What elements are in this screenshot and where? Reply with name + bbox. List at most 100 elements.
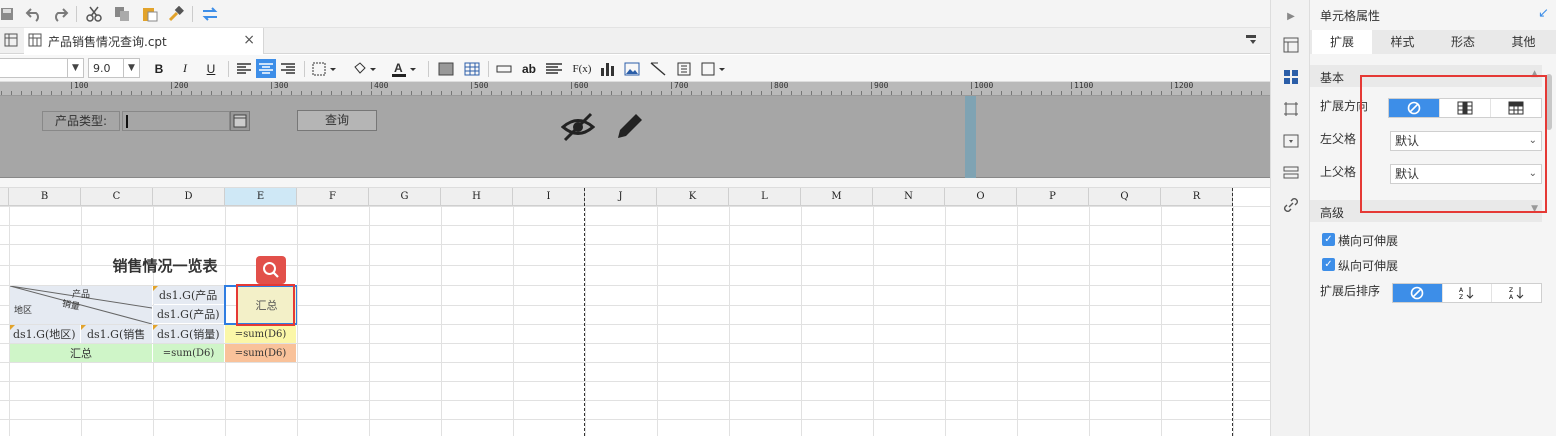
h-extend-checkbox[interactable]: ✓: [1322, 233, 1335, 246]
font-color-icon[interactable]: A: [390, 59, 420, 78]
insert-shape-icon[interactable]: [700, 59, 728, 78]
cell-property-panel: 单元格属性 ↙ 扩展 样式 形态 其他 基本 ▲ 扩展方向 左父格 默认 ⌄ 上父格 默…: [1310, 0, 1556, 436]
underline-button[interactable]: U: [202, 59, 220, 78]
column-header-m[interactable]: M: [801, 188, 873, 206]
sales-amount-cell[interactable]: ds1.G(销量): [153, 325, 224, 343]
column-header-k[interactable]: K: [657, 188, 729, 206]
ruler-label: 100: [71, 82, 88, 90]
collapse-arrow-icon[interactable]: ▶: [1281, 6, 1301, 26]
expand-panel-icon[interactable]: ↙: [1538, 6, 1549, 21]
column-header-i[interactable]: I: [513, 188, 585, 206]
column-header-g[interactable]: G: [369, 188, 441, 206]
edit-pencil-icon[interactable]: [612, 110, 646, 147]
cut-icon[interactable]: [84, 4, 104, 24]
switch-icon[interactable]: [200, 4, 220, 24]
cell-element-icon[interactable]: [1281, 35, 1301, 55]
table-icon[interactable]: [462, 59, 482, 78]
ruler-label: 1200: [1171, 82, 1193, 90]
annotation-highlight: [1360, 75, 1547, 213]
undo-icon[interactable]: [24, 4, 44, 24]
column-header-r[interactable]: R: [1161, 188, 1233, 206]
column-header-j[interactable]: J: [585, 188, 657, 206]
text-field-icon[interactable]: [494, 59, 514, 78]
column-header-d[interactable]: D: [153, 188, 225, 206]
row-sum-cell[interactable]: =sum(D6): [225, 325, 296, 343]
sort-segment[interactable]: AZ ZA: [1392, 283, 1542, 303]
column-header-f[interactable]: F: [297, 188, 369, 206]
format-painter-icon[interactable]: [166, 4, 186, 24]
font-size-select[interactable]: 9.0 ▼: [88, 58, 140, 78]
search-icon[interactable]: [256, 256, 286, 284]
column-header-c[interactable]: C: [81, 188, 153, 206]
column-header-p[interactable]: P: [1017, 188, 1089, 206]
fill-color-icon[interactable]: [350, 59, 380, 78]
left-parent-label: 左父格: [1320, 132, 1357, 146]
align-center-icon[interactable]: [256, 59, 276, 78]
format-toolbar: ▼ 9.0 ▼ B I U A ab F(x): [0, 55, 1270, 82]
product-group-cell[interactable]: ds1.G(产品: [153, 286, 224, 304]
font-family-select[interactable]: ▼: [0, 58, 84, 78]
horizontal-ruler: 100 200 300 400 500 600 700 800 900 1000 1100 1200: [0, 82, 1270, 96]
column-header-e[interactable]: E: [225, 188, 297, 206]
grand-total-cell[interactable]: =sum(D6): [225, 344, 296, 362]
column-header-o[interactable]: O: [945, 188, 1017, 206]
float-element-icon[interactable]: [1281, 99, 1301, 119]
tab-1[interactable]: 样式: [1373, 30, 1433, 54]
total-label-cell[interactable]: 汇总: [10, 344, 152, 362]
column-header-h[interactable]: H: [441, 188, 513, 206]
paragraph-icon[interactable]: [544, 59, 564, 78]
sub-report-icon[interactable]: [674, 59, 694, 78]
sort-descending-icon[interactable]: ZA: [1492, 284, 1541, 302]
border-select-icon[interactable]: [310, 59, 340, 78]
annotation-highlight: [236, 284, 295, 326]
cell-attributes-icon[interactable]: [1281, 67, 1301, 87]
tab-report-file[interactable]: 产品销售情况查询.cpt ×: [24, 28, 264, 54]
slash-icon[interactable]: [648, 59, 668, 78]
italic-button[interactable]: I: [176, 59, 194, 78]
redo-icon[interactable]: [50, 4, 70, 24]
paste-icon[interactable]: [140, 4, 160, 24]
formula-button[interactable]: F(x): [570, 59, 594, 78]
top-parent-label: 上父格: [1320, 165, 1357, 179]
product-group-cell[interactable]: ds1.G(产品): [153, 305, 224, 323]
grid-toggle-icon[interactable]: [4, 33, 18, 50]
query-button[interactable]: 查询: [297, 110, 377, 131]
image-icon[interactable]: [622, 59, 642, 78]
property-tabs: 扩展 样式 形态 其他: [1310, 30, 1556, 54]
column-header-n[interactable]: N: [873, 188, 945, 206]
tab-close-icon[interactable]: ×: [243, 32, 255, 48]
slash-header-cell[interactable]: 产品 销量 地区: [10, 286, 152, 324]
tree-select-icon[interactable]: [230, 111, 250, 131]
merge-cells-icon[interactable]: [436, 59, 456, 78]
svg-text:A: A: [1509, 294, 1514, 300]
save-icon[interactable]: [0, 4, 14, 24]
column-header-b[interactable]: B: [9, 188, 81, 206]
text-button[interactable]: ab: [518, 59, 540, 78]
column-header-q[interactable]: Q: [1089, 188, 1161, 206]
tab-3[interactable]: 其他: [1494, 30, 1554, 54]
align-left-icon[interactable]: [234, 59, 254, 78]
report-title[interactable]: 销售情况一览表: [10, 255, 296, 275]
hyperlink-icon[interactable]: [1281, 195, 1301, 215]
v-extend-checkbox[interactable]: ✓: [1322, 258, 1335, 271]
column-header-l[interactable]: L: [729, 188, 801, 206]
region-group-cell[interactable]: ds1.G(地区): [10, 325, 80, 343]
condition-attributes-icon[interactable]: [1281, 163, 1301, 183]
sort-ascending-icon[interactable]: AZ: [1443, 284, 1493, 302]
tab-2[interactable]: 形态: [1433, 30, 1493, 54]
tab-title: 产品销售情况查询.cpt: [48, 34, 167, 49]
column-total-cell[interactable]: =sum(D6): [153, 344, 224, 362]
align-right-icon[interactable]: [278, 59, 298, 78]
sales-group-cell[interactable]: ds1.G(销售: [81, 325, 152, 343]
no-sort-icon[interactable]: [1393, 284, 1443, 302]
bold-button[interactable]: B: [150, 59, 168, 78]
panel-title: 单元格属性: [1320, 9, 1381, 23]
product-type-input[interactable]: [122, 111, 230, 131]
tab-menu-icon[interactable]: [1246, 34, 1258, 49]
widget-icon[interactable]: [1281, 131, 1301, 151]
tab-0[interactable]: 扩展: [1312, 30, 1372, 54]
svg-text:A: A: [394, 61, 403, 75]
eye-hidden-icon[interactable]: [560, 110, 596, 147]
copy-icon[interactable]: [112, 4, 132, 24]
bar-chart-icon[interactable]: [598, 59, 618, 78]
